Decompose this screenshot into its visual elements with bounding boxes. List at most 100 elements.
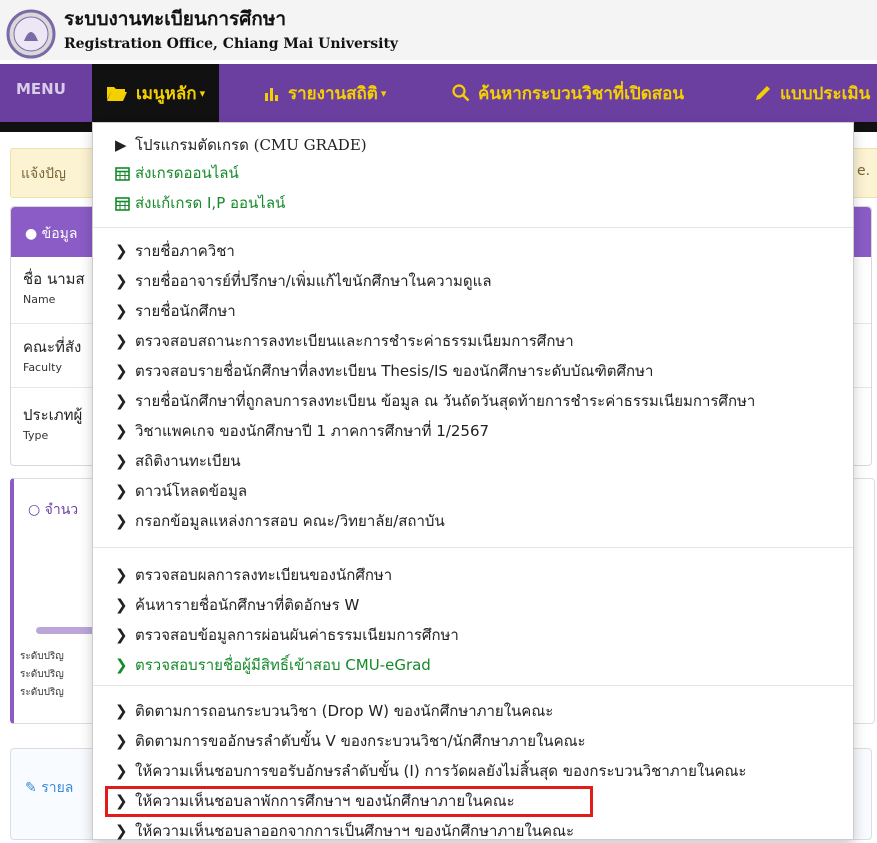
menu-divider (93, 685, 853, 686)
menu-item-registration-status[interactable]: ❯ ตรวจสอบสถานะการลงทะเบียนและการชำระค่าธ… (115, 329, 574, 353)
name-sublabel: Name (23, 293, 56, 306)
menu-item-label: ตรวจสอบผลการลงทะเบียนของนักศึกษา (135, 566, 393, 584)
notice-text-end: e. (857, 163, 871, 179)
chevron-right-icon: ❯ (115, 702, 128, 720)
menu-item-label: ดาวน์โหลดข้อมูล (135, 482, 248, 500)
nav-main-menu-label: เมนูหลัก (136, 83, 197, 104)
menu-item-label: ติดตามการขออักษรลำดับขั้น V ของกระบวนวิช… (135, 732, 586, 750)
calendar-icon (115, 196, 133, 211)
nav-evaluation-label: แบบประเมิน (780, 83, 871, 104)
menu-item-cmu-grade[interactable]: ▶ โปรแกรมตัดเกรด (CMU GRADE) (115, 133, 367, 157)
report-heading-text: รายล (41, 780, 74, 796)
menu-item-fix-grade[interactable]: ส่งแก้เกรด I,P ออนไลน์ (115, 191, 285, 215)
menu-divider (93, 547, 853, 548)
menu-item-label: ตรวจสอบรายชื่อนักศึกษาที่ลงทะเบียน Thesi… (135, 362, 654, 380)
chevron-right-icon: ❯ (115, 762, 128, 780)
triangle-right-icon: ▶ (115, 136, 127, 154)
menu-item-v-grade-tracking[interactable]: ❯ ติดตามการขออักษรลำดับขั้น V ของกระบวนว… (115, 729, 586, 753)
chevron-right-icon: ❯ (115, 732, 128, 750)
calendar-icon (115, 166, 133, 181)
chevron-right-icon: ❯ (115, 272, 128, 290)
menu-item-label: วิชาแพคเกจ ของนักศึกษาปี 1 ภาคการศึกษาที… (135, 422, 490, 440)
folder-open-icon (107, 87, 127, 101)
menu-item-label: กรอกข้อมูลแหล่งการสอบ คณะ/วิทยาลัย/สถาบั… (135, 512, 445, 530)
pencil-icon (756, 86, 770, 100)
chevron-right-icon: ❯ (115, 512, 128, 530)
menu-item-approve-withdrawal[interactable]: ❯ ให้ความเห็นชอบลาออกจากการเป็นศึกษาฯ ขอ… (115, 819, 574, 843)
menu-item-label: ตรวจสอบข้อมูลการผ่อนผันค่าธรรมเนียมการศึ… (135, 626, 459, 644)
menu-item-label: ค้นหารายชื่อนักศึกษาที่ติดอักษร W (135, 596, 360, 614)
menu-item-label: ส่งเกรดออนไลน์ (135, 164, 239, 182)
chevron-right-icon: ❯ (115, 362, 128, 380)
menu-item-cmu-egrad[interactable]: ❯ ตรวจสอบรายชื่อผู้มีสิทธิ์เข้าสอบ CMU-e… (115, 653, 431, 677)
site-title-thai: ระบบงานทะเบียนการศึกษา (64, 8, 287, 30)
menu-item-approve-i-grade[interactable]: ❯ ให้ความเห็นชอบการขอรับอักษรลำดับขั้น (… (115, 759, 746, 783)
menu-item-label: ให้ความเห็นชอบลาออกจากการเป็นศึกษาฯ ของน… (135, 822, 575, 840)
menu-divider (93, 227, 853, 228)
menu-item-students[interactable]: ❯ รายชื่อนักศึกษา (115, 299, 236, 323)
menu-item-search-w-students[interactable]: ❯ ค้นหารายชื่อนักศึกษาที่ติดอักษร W (115, 593, 359, 617)
menu-item-label: ส่งแก้เกรด I,P ออนไลน์ (135, 194, 286, 212)
main-menu-dropdown: ▶ โปรแกรมตัดเกรด (CMU GRADE) ส่งเกรดออนไ… (92, 122, 854, 840)
faculty-label: คณะที่สัง (23, 338, 82, 356)
chevron-right-icon: ❯ (115, 656, 128, 674)
level-label: ระดับปริญ (20, 651, 64, 662)
menu-item-departments[interactable]: ❯ รายชื่อภาควิชา (115, 239, 235, 263)
user-circle-icon: ○ (28, 502, 41, 518)
menu-item-label: รายชื่อนักศึกษา (135, 302, 236, 320)
level-label: ระดับปริญ (20, 669, 64, 680)
menu-item-fee-deferral[interactable]: ❯ ตรวจสอบข้อมูลการผ่อนผันค่าธรรมเนียมการ… (115, 623, 459, 647)
nav-statistics-label: รายงานสถิติ (288, 83, 378, 104)
type-label: ประเภทผู้ (23, 406, 83, 424)
chevron-right-icon: ❯ (115, 302, 128, 320)
level-label: ระดับปริญ (20, 687, 64, 698)
nav-menu-label: MENU (16, 80, 66, 98)
faculty-sublabel: Faculty (23, 361, 62, 374)
menu-item-exam-source[interactable]: ❯ กรอกข้อมูลแหล่งการสอบ คณะ/วิทยาลัย/สถา… (115, 509, 445, 533)
user-circle-icon: ● (25, 226, 38, 242)
user-info-heading-text: ข้อมูล (41, 226, 78, 242)
menu-item-deleted-registration[interactable]: ❯ รายชื่อนักศึกษาที่ถูกลบการลงทะเบียน ข้… (115, 389, 755, 413)
chevron-right-icon: ❯ (115, 482, 128, 500)
nav-course-search[interactable]: ค้นหากระบวนวิชาที่เปิดสอน (452, 78, 684, 108)
menu-item-label: ตรวจสอบสถานะการลงทะเบียนและการชำระค่าธรร… (135, 332, 574, 350)
menu-item-label: รายชื่อภาควิชา (135, 242, 235, 260)
nav-statistics[interactable]: รายงานสถิติ ▾ (264, 78, 386, 108)
menu-item-label: โปรแกรมตัดเกรด (CMU GRADE) (135, 136, 367, 154)
main-navbar: MENU เมนูหลัก ▾ รายงานสถิติ ▾ ค้นหากระบว… (0, 64, 877, 122)
bar-chart-icon (265, 88, 278, 101)
menu-item-label: ตรวจสอบรายชื่อผู้มีสิทธิ์เข้าสอบ CMU-eGr… (135, 656, 431, 674)
caret-down-icon: ▾ (199, 86, 206, 100)
site-header: ระบบงานทะเบียนการศึกษา Registration Offi… (0, 0, 877, 60)
menu-item-registration-stats[interactable]: ❯ สถิติงานทะเบียน (115, 449, 241, 473)
menu-item-drop-w-tracking[interactable]: ❯ ติดตามการถอนกระบวนวิชา (Drop W) ของนัก… (115, 699, 553, 723)
edit-icon: ✎ (25, 780, 37, 796)
university-logo (6, 9, 56, 59)
chevron-right-icon: ❯ (115, 822, 128, 840)
menu-item-label: ติดตามการถอนกระบวนวิชา (Drop W) ของนักศึ… (135, 702, 554, 720)
menu-item-label: สถิติงานทะเบียน (135, 452, 241, 470)
chevron-right-icon: ❯ (115, 566, 128, 584)
nav-evaluation[interactable]: แบบประเมิน (754, 78, 870, 108)
menu-item-thesis-check[interactable]: ❯ ตรวจสอบรายชื่อนักศึกษาที่ลงทะเบียน The… (115, 359, 653, 383)
nav-course-search-label: ค้นหากระบวนวิชาที่เปิดสอน (478, 83, 684, 104)
chevron-right-icon: ❯ (115, 392, 128, 410)
menu-item-label: รายชื่อนักศึกษาที่ถูกลบการลงทะเบียน ข้อม… (135, 392, 756, 410)
menu-item-download-data[interactable]: ❯ ดาวน์โหลดข้อมูล (115, 479, 247, 503)
menu-item-advisors[interactable]: ❯ รายชื่ออาจารย์ที่ปรึกษา/เพิ่มแก้ไขนักศ… (115, 269, 492, 293)
type-sublabel: Type (23, 429, 49, 442)
menu-item-package-course[interactable]: ❯ วิชาแพคเกจ ของนักศึกษาปี 1 ภาคการศึกษา… (115, 419, 489, 443)
highlight-annotation-box (105, 786, 593, 817)
site-title-english: Registration Office, Chiang Mai Universi… (64, 36, 399, 52)
menu-item-label: ให้ความเห็นชอบการขอรับอักษรลำดับขั้น (I)… (135, 762, 747, 780)
nav-main-menu[interactable]: เมนูหลัก ▾ (92, 64, 220, 122)
menu-item-submit-grade[interactable]: ส่งเกรดออนไลน์ (115, 161, 239, 185)
menu-item-registration-results[interactable]: ❯ ตรวจสอบผลการลงทะเบียนของนักศึกษา (115, 563, 392, 587)
name-label: ชื่อ นามส (23, 270, 85, 288)
student-count-heading-text: จำนว (44, 502, 79, 518)
chevron-right-icon: ❯ (115, 626, 128, 644)
chevron-right-icon: ❯ (115, 242, 128, 260)
chevron-right-icon: ❯ (115, 332, 128, 350)
student-count-heading: ○ จำนว (28, 499, 78, 521)
chevron-right-icon: ❯ (115, 422, 128, 440)
